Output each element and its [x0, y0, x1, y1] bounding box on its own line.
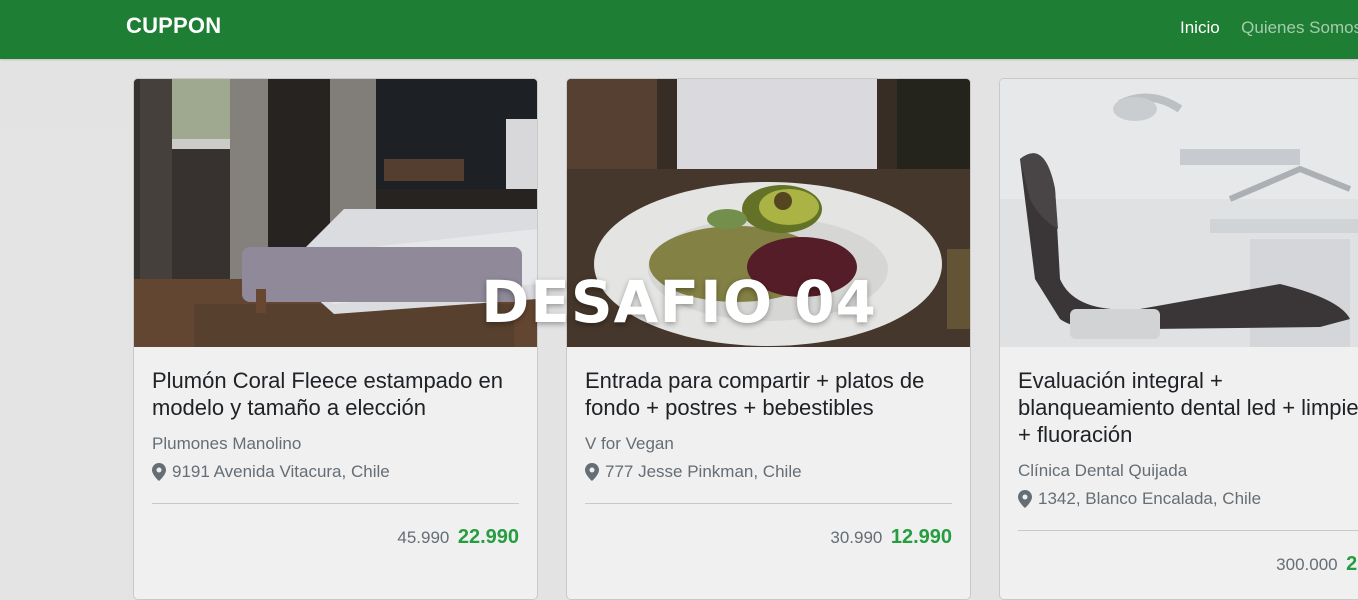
- nav-link-quienes-somos[interactable]: Quienes Somos: [1241, 18, 1358, 37]
- top-navbar: CUPPON Inicio Quienes Somos: [0, 0, 1358, 59]
- overlay-title: DESAFIO 04: [481, 268, 877, 336]
- brand-logo[interactable]: CUPPON: [126, 13, 221, 39]
- nav-link-inicio[interactable]: Inicio: [1180, 18, 1220, 37]
- nav-links: Inicio Quienes Somos: [1180, 18, 1358, 38]
